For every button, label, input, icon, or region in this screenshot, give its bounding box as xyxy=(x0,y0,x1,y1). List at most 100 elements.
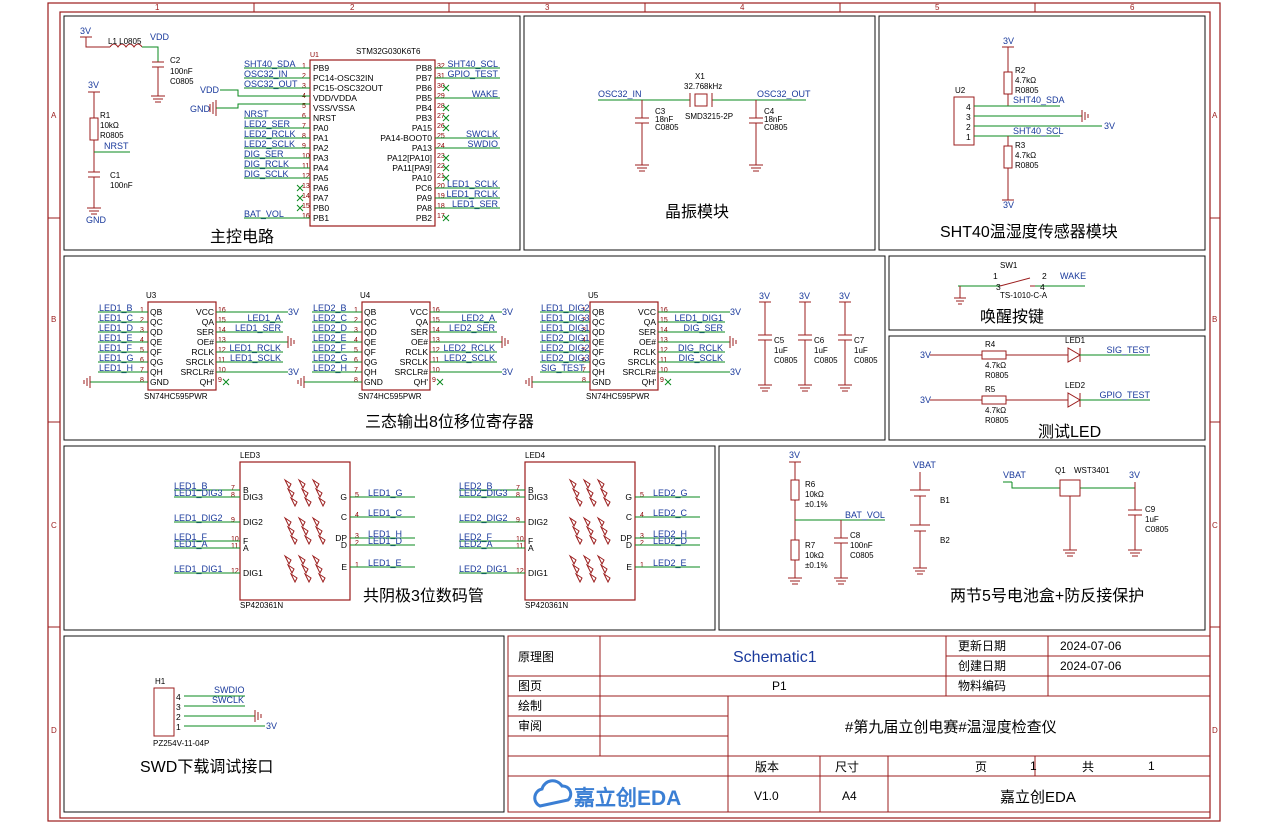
mcu-right-pin-num: 21 xyxy=(437,173,445,180)
shift-pin-num: 2 xyxy=(354,317,358,324)
swd-swclk: SWCLK xyxy=(212,695,244,705)
testled-r-value: 4.7kΩ xyxy=(985,406,1006,415)
x1-ref: X1 xyxy=(695,72,705,81)
testled-led-ref: LED2 xyxy=(1065,381,1086,390)
decoupling-cap-symbol xyxy=(798,301,812,385)
col-label-1: 1 xyxy=(155,3,160,12)
crystal-x1 xyxy=(694,93,708,107)
mcu-left-pin: VDD/VDDA xyxy=(313,93,357,103)
mcu-left-pin-num: 8 xyxy=(302,133,306,140)
shift-pin-num: 2 xyxy=(140,317,144,324)
seven-seg-pin-num: 1 xyxy=(355,562,359,569)
shift-pin-num: 9 xyxy=(218,377,222,384)
shift-pin-num: 1 xyxy=(140,307,144,314)
shift-pin-num: 4 xyxy=(354,337,358,344)
mcu-right-net: LED1_RCLK xyxy=(446,189,498,199)
mcu-right-pin-num: 19 xyxy=(437,193,445,200)
mcu-right-pin-num: 20 xyxy=(437,183,445,190)
shift-pin-num: 15 xyxy=(218,317,226,324)
tb-created-label: 创建日期 xyxy=(958,659,1006,673)
seven-seg-pin: D xyxy=(626,540,632,550)
box-swd xyxy=(63,635,505,813)
seven-seg-pin-num: 7 xyxy=(231,485,235,492)
c9-ref: C9 xyxy=(1145,505,1156,514)
mcu-right-net: LED1_SER xyxy=(452,199,499,209)
segment-diode-icon xyxy=(297,478,306,490)
segment-diode-icon xyxy=(599,487,608,499)
segment-diode-icon xyxy=(585,563,594,575)
r1-ref: R1 xyxy=(100,111,111,120)
shift-pin-num: 12 xyxy=(432,347,440,354)
mcu-right-pin-num: 29 xyxy=(437,93,445,100)
r2-ref: R2 xyxy=(1015,66,1026,75)
testled-r-pkg: R0805 xyxy=(985,371,1009,380)
seven-seg-pin-num: 11 xyxy=(231,543,238,550)
seven-seg-part: SP420361N xyxy=(240,601,283,610)
mcu-left-pin-num: 10 xyxy=(302,153,310,160)
segment-diode-icon xyxy=(289,534,298,546)
tb-schematic-label: 原理图 xyxy=(518,650,554,664)
shift-pin-num: 13 xyxy=(218,337,226,344)
shift-pin: SRCLR# xyxy=(622,367,656,377)
shift-in-net: LED2_E xyxy=(313,333,347,343)
title-crystal: 晶振模块 xyxy=(665,203,729,221)
shift-3v-net: 3V xyxy=(288,367,299,377)
shift-register-ref: U3 xyxy=(146,291,157,300)
segment-diode-icon xyxy=(289,496,298,508)
c8-symbol xyxy=(834,520,848,585)
shift-pin-num: 15 xyxy=(432,317,440,324)
shift-out-net: LED1_DIG1 xyxy=(674,313,723,323)
crystal-section: X1 32.768kHz SMD3215-2P OSC32_IN OSC32_O… xyxy=(598,72,811,172)
shift-pin: SRCLK xyxy=(186,357,215,367)
u2-pin-1: 1 xyxy=(966,132,971,142)
shift-in-net: SIG_TEST xyxy=(541,363,585,373)
shift-pin-num: 8 xyxy=(582,377,586,384)
shift-pin-num: 4 xyxy=(140,337,144,344)
segment-diode-icon xyxy=(582,478,591,490)
segment-diode-icon xyxy=(585,525,594,537)
segment-diode-icon xyxy=(283,554,292,566)
mcu-right-pin: PA8 xyxy=(417,203,433,213)
seven-seg-right-net: LED1_G xyxy=(368,488,403,498)
shift-pin: VCC xyxy=(196,307,214,317)
seven-seg-pin: DIG2 xyxy=(528,517,548,527)
shift-pin: SRCLR# xyxy=(180,367,214,377)
mcu-left-net: OSC32_IN xyxy=(244,69,288,79)
col-label-2: 2 xyxy=(350,3,355,12)
shift-out-net: DIG_SER xyxy=(683,323,723,333)
mcu-part: STM32G030K6T6 xyxy=(356,47,421,56)
tb-drawn-label: 绘制 xyxy=(518,698,542,713)
gnd-icon xyxy=(729,336,737,348)
shift-pin: QG xyxy=(592,357,605,367)
mcu-left-pin: VSS/VSSA xyxy=(313,103,355,113)
mcu-right-pin-num: 30 xyxy=(437,83,445,90)
swd-section: H1 4 3 2 1 SWDIO SWCLK 3V PZ254V-11-04P xyxy=(153,677,277,748)
mcu-right-pin-num: 32 xyxy=(437,63,445,70)
shift-in-net: LED1_DIG1 xyxy=(541,323,590,333)
shift-pin: RCLK xyxy=(633,347,656,357)
cap-ref: C5 xyxy=(774,336,785,345)
r7-tol: ±0.1% xyxy=(805,561,828,570)
tb-size-label: 尺寸 xyxy=(835,760,859,774)
shift-pin: QA xyxy=(202,317,215,327)
shift-pin-num: 13 xyxy=(660,337,668,344)
shift-pin: QH xyxy=(592,367,605,377)
seven-seg-pin-num: 9 xyxy=(231,517,235,524)
shift-pin-num: 16 xyxy=(218,307,226,314)
row-label-a: A xyxy=(51,111,57,120)
tb-updated: 2024-07-06 xyxy=(1060,639,1122,653)
h1-body xyxy=(153,687,175,737)
nrst-net: NRST xyxy=(104,141,129,151)
mcu-left-net: SHT40_SDA xyxy=(244,59,296,69)
mcu-right-pin: PB8 xyxy=(416,63,432,73)
shift-in-net: LED2_B xyxy=(313,303,347,313)
title-shift: 三态输出8位移位寄存器 xyxy=(365,413,534,431)
shift-pin: VCC xyxy=(410,307,428,317)
seven-seg-pin-num: 9 xyxy=(516,517,520,524)
mcu-right-pin: PB4 xyxy=(416,103,432,113)
mcu-gnd-label: GND xyxy=(86,215,107,225)
mcu-right-pin: PB7 xyxy=(416,73,432,83)
c9-symbol xyxy=(1128,482,1142,557)
shift-in-net: LED1_E xyxy=(99,333,133,343)
r6-symbol xyxy=(790,479,800,501)
